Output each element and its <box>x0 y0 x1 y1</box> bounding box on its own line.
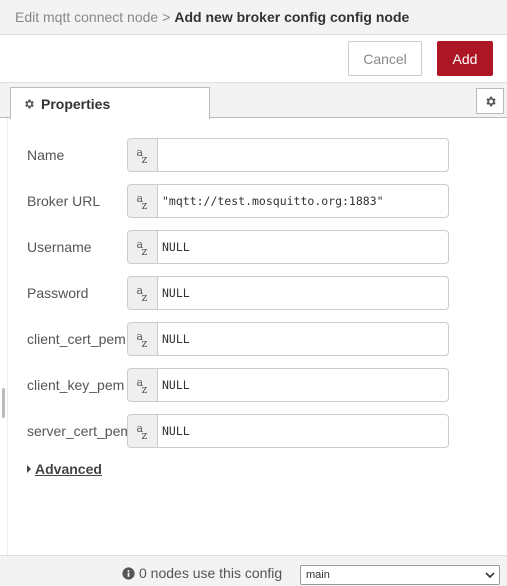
advanced-toggle[interactable]: Advanced <box>27 461 102 477</box>
type-selector-button[interactable]: az <box>128 185 158 217</box>
type-selector-button[interactable]: az <box>128 231 158 263</box>
client-key-pem-value[interactable]: NULL <box>158 378 448 392</box>
resize-grip[interactable] <box>2 388 5 418</box>
tab-properties-label: Properties <box>41 95 111 112</box>
form-row-username: Username az NULL <box>27 230 449 264</box>
usage-text: 0 nodes use this config <box>139 565 283 581</box>
form-row-password: Password az NULL <box>27 276 449 310</box>
name-label: Name <box>27 147 65 163</box>
string-type-icon: az <box>136 192 148 212</box>
string-type-icon: az <box>136 238 148 258</box>
form-row-broker-url: Broker URL az "mqtt://test.mosquitto.org… <box>27 184 449 218</box>
breadcrumb-current: Add new broker config config node <box>174 9 410 25</box>
dialog-toolbar: Cancel Add <box>0 35 507 83</box>
panel-resize-edge <box>0 118 8 555</box>
password-label: Password <box>27 285 89 301</box>
form-row-client-key-pem: client_key_pem az NULL <box>27 368 449 402</box>
type-selector-button[interactable]: az <box>128 415 158 447</box>
type-selector-button[interactable]: az <box>128 323 158 355</box>
advanced-label: Advanced <box>35 461 102 477</box>
password-input[interactable]: az NULL <box>127 276 449 310</box>
scope-select[interactable]: main <box>300 565 500 585</box>
password-value[interactable]: NULL <box>158 286 448 300</box>
info-circle-icon <box>122 566 135 580</box>
gear-icon <box>485 96 496 106</box>
form-row-client-cert-pem: client_cert_pem az NULL <box>27 322 449 356</box>
form-row-server-cert-pem: server_cert_pem az NULL <box>27 414 449 448</box>
name-input[interactable]: az <box>127 138 449 172</box>
caret-right-icon <box>27 465 31 473</box>
broker-url-value[interactable]: "mqtt://test.mosquitto.org:1883" <box>158 194 448 208</box>
client-cert-pem-value[interactable]: NULL <box>158 332 448 346</box>
server-cert-pem-label: server_cert_pem <box>27 423 128 439</box>
string-type-icon: az <box>136 146 148 166</box>
add-button[interactable]: Add <box>437 41 493 76</box>
username-label: Username <box>27 239 92 255</box>
usage-info: 0 nodes use this config <box>122 565 282 581</box>
chevron-down-icon <box>485 572 495 579</box>
client-cert-pem-input[interactable]: az NULL <box>127 322 449 356</box>
gear-icon <box>25 99 34 108</box>
username-value[interactable]: NULL <box>158 240 448 254</box>
scope-select-value: main <box>306 569 330 581</box>
client-key-pem-label: client_key_pem <box>27 377 125 393</box>
username-input[interactable]: az NULL <box>127 230 449 264</box>
cancel-button[interactable]: Cancel <box>348 41 422 76</box>
form-row-name: Name az <box>27 138 449 172</box>
string-type-icon: az <box>136 422 148 442</box>
tab-bar: Properties <box>0 83 507 119</box>
breadcrumb: Edit mqtt connect node > Add new broker co… <box>15 9 409 25</box>
dialog-footer: 0 nodes use this config main <box>0 555 507 586</box>
dialog-header: Edit mqtt connect node > Add new broker co… <box>0 0 507 35</box>
breadcrumb-separator: > <box>162 9 171 25</box>
string-type-icon: az <box>136 330 148 350</box>
string-type-icon: az <box>136 284 148 304</box>
client-cert-pem-label: client_cert_pem <box>27 331 126 347</box>
settings-button[interactable] <box>476 88 504 114</box>
type-selector-button[interactable]: az <box>128 139 158 171</box>
tab-properties[interactable]: Properties <box>10 87 210 119</box>
client-key-pem-input[interactable]: az NULL <box>127 368 449 402</box>
server-cert-pem-value[interactable]: NULL <box>158 424 448 438</box>
broker-url-label: Broker URL <box>27 193 101 209</box>
breadcrumb-prev-link[interactable]: Edit mqtt connect node <box>15 9 158 25</box>
string-type-icon: az <box>136 376 148 396</box>
type-selector-button[interactable]: az <box>128 369 158 401</box>
type-selector-button[interactable]: az <box>128 277 158 309</box>
broker-url-input[interactable]: az "mqtt://test.mosquitto.org:1883" <box>127 184 449 218</box>
server-cert-pem-input[interactable]: az NULL <box>127 414 449 448</box>
